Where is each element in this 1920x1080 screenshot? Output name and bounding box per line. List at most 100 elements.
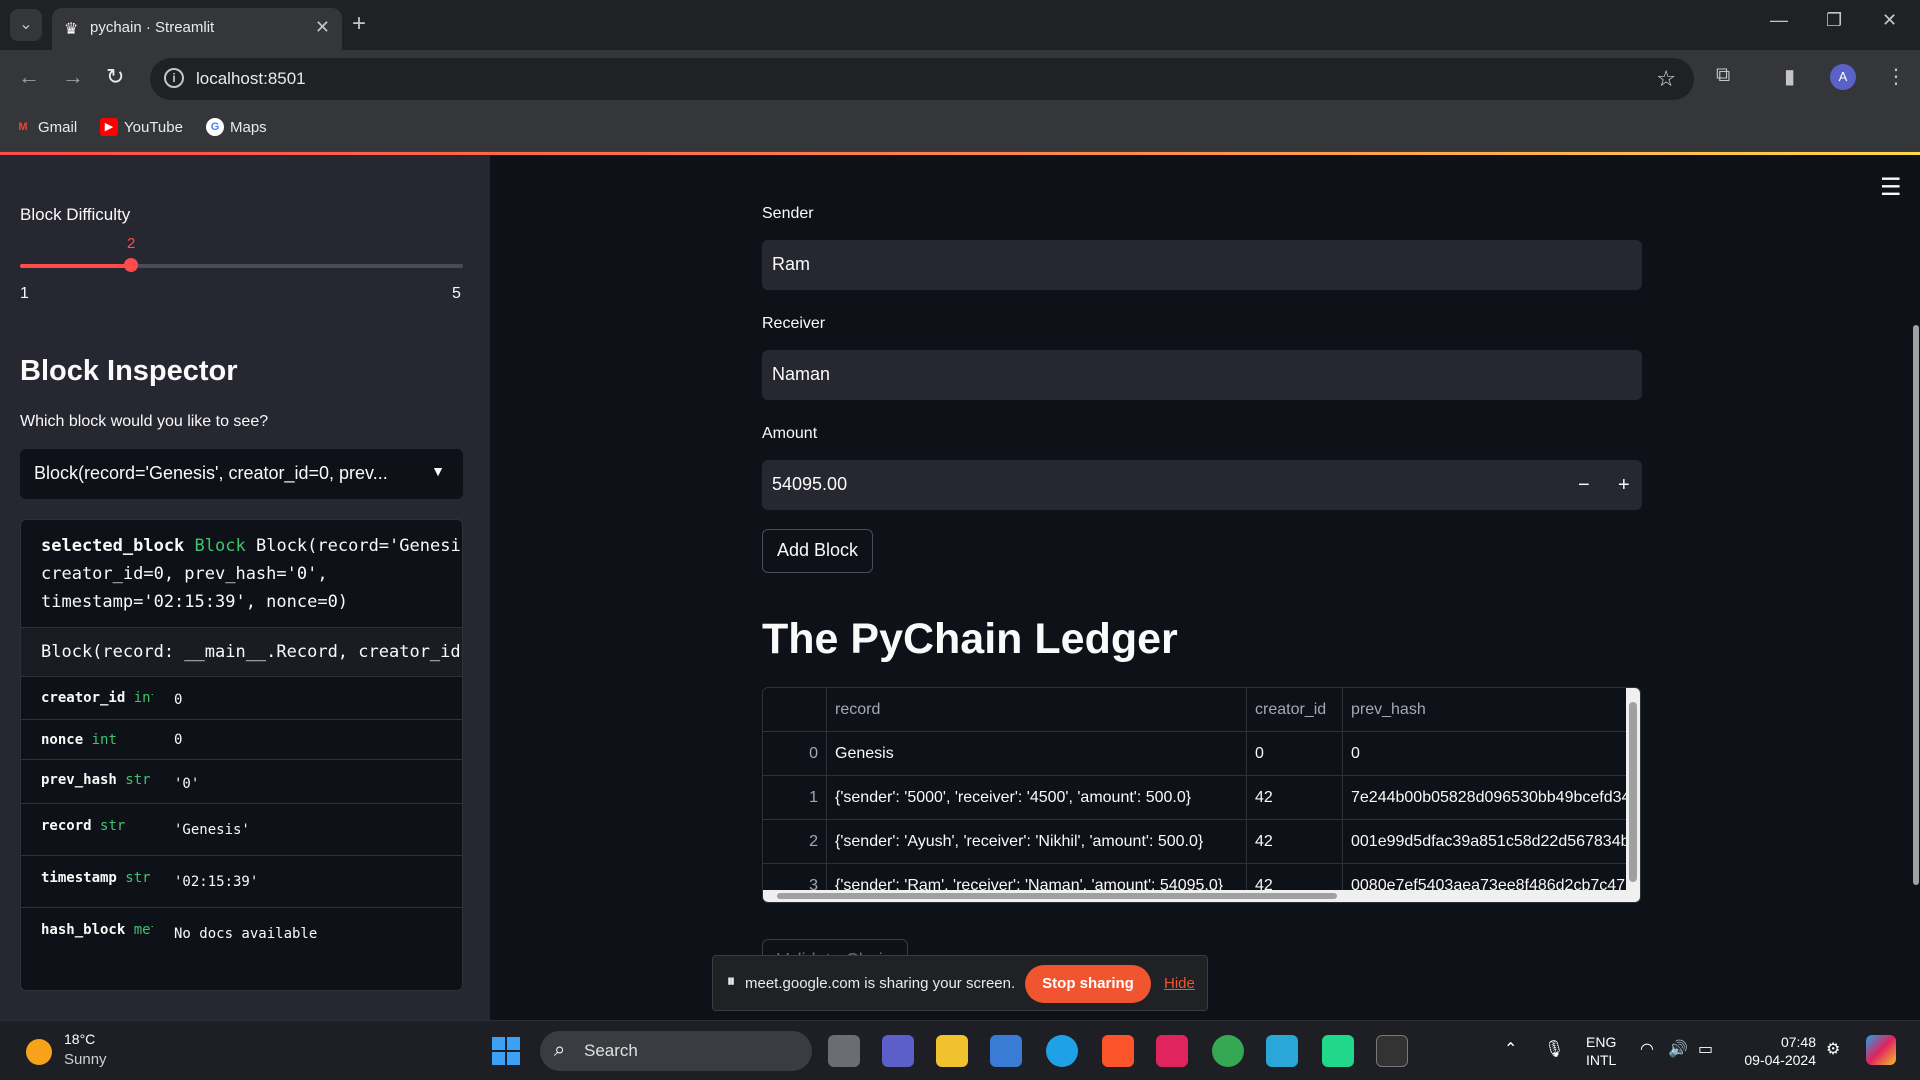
search-icon: ⌕: [554, 1039, 566, 1061]
attr-name: record str: [41, 818, 126, 834]
decrement-button[interactable]: −: [1578, 474, 1590, 497]
show-hidden-icons[interactable]: ⌃: [1504, 1039, 1517, 1059]
scrollbar-thumb[interactable]: [777, 893, 1337, 899]
prev-hash-cell[interactable]: 0: [1343, 732, 1633, 776]
bookmark-star-icon[interactable]: ☆: [1656, 66, 1676, 92]
creator-id-cell[interactable]: 0: [1247, 732, 1343, 776]
record-cell[interactable]: {'sender': '5000', 'receiver': '4500', '…: [827, 776, 1247, 820]
site-info-icon[interactable]: i: [164, 68, 184, 88]
difficulty-slider[interactable]: 2 1 5: [0, 155, 490, 315]
tab-search-button[interactable]: ⌄: [10, 9, 42, 41]
close-window-button[interactable]: ✕: [1882, 10, 1897, 31]
table-row: 2 {'sender': 'Ayush', 'receiver': 'Nikhi…: [763, 820, 1630, 864]
column-header[interactable]: prev_hash: [1343, 688, 1633, 732]
attr-name: hash_block method: [41, 922, 153, 938]
creator-id-cell[interactable]: 42: [1247, 776, 1343, 820]
bookmark-label: YouTube: [124, 118, 183, 136]
increment-button[interactable]: +: [1618, 474, 1630, 497]
windows-start-icon[interactable]: [492, 1037, 520, 1065]
column-header[interactable]: record: [827, 688, 1247, 732]
browser-toolbar: ← → ↻ i localhost:8501 ☆ ⧉ ▮ A ⋮: [0, 50, 1920, 108]
side-panel-icon[interactable]: ▮: [1784, 64, 1795, 89]
column-header[interactable]: [763, 688, 827, 732]
table-vertical-scrollbar[interactable]: [1626, 688, 1640, 902]
language-indicator[interactable]: ENG INTL: [1586, 1033, 1616, 1069]
hide-link[interactable]: Hide: [1164, 975, 1195, 992]
url-text[interactable]: localhost:8501: [196, 69, 306, 89]
restore-button[interactable]: ❐: [1826, 10, 1842, 31]
wifi-icon[interactable]: ◠: [1640, 1039, 1654, 1059]
file-explorer-icon[interactable]: [936, 1035, 968, 1067]
forward-button[interactable]: →: [62, 64, 84, 90]
profile-avatar[interactable]: A: [1830, 64, 1856, 90]
weather-desc[interactable]: Sunny: [64, 1051, 107, 1068]
extensions-icon[interactable]: ⧉: [1716, 64, 1730, 87]
attr-name: creator_id int: [41, 690, 153, 706]
chrome-icon[interactable]: [1212, 1035, 1244, 1067]
record-cell[interactable]: Genesis: [827, 732, 1247, 776]
settings-gear-icon[interactable]: ⚙: [1826, 1039, 1840, 1059]
reload-button[interactable]: ↻: [106, 64, 124, 90]
creator-id-cell[interactable]: 42: [1247, 820, 1343, 864]
hamburger-menu-icon[interactable]: ☰: [1880, 173, 1902, 202]
keyboard-app-icon[interactable]: [1266, 1035, 1298, 1067]
ledger-table[interactable]: record creator_id prev_hash 0 Genesis 0 …: [762, 687, 1641, 903]
new-tab-button[interactable]: +: [352, 10, 366, 38]
youtube-icon: ▶: [100, 118, 118, 136]
select-label: Which block would you like to see?: [20, 413, 269, 430]
attr-value: 0: [174, 692, 183, 708]
scrollbar-thumb[interactable]: [1629, 702, 1637, 882]
pycharm-icon[interactable]: [1322, 1035, 1354, 1067]
battery-icon[interactable]: ▭: [1698, 1039, 1713, 1059]
inspect-var-name: selected_block: [41, 536, 185, 556]
attr-value: '02:15:39': [174, 874, 259, 890]
prev-hash-cell[interactable]: 001e99d5dfac39a851c58d22d567834b: [1343, 820, 1633, 864]
inspect-attr-row: hash_block method No docs available: [21, 908, 462, 958]
tab-title: pychain · Streamlit: [90, 19, 215, 36]
page-scrollbar[interactable]: [1913, 325, 1919, 885]
record-cell[interactable]: {'sender': 'Ayush', 'receiver': 'Nikhil'…: [827, 820, 1247, 864]
browser-tab[interactable]: ♛ pychain · Streamlit ✕: [52, 8, 342, 50]
taskbar-search[interactable]: ⌕ Search: [540, 1031, 812, 1071]
table-horizontal-scrollbar[interactable]: [763, 890, 1628, 902]
task-view-icon[interactable]: [828, 1035, 860, 1067]
back-button[interactable]: ←: [18, 64, 40, 90]
close-tab-icon[interactable]: ✕: [315, 17, 330, 38]
slider-thumb[interactable]: [124, 258, 138, 272]
inspect-attr-row: nonce int 0: [21, 720, 462, 760]
bookmark-maps[interactable]: G Maps: [206, 118, 267, 136]
teams-icon[interactable]: [882, 1035, 914, 1067]
clipchamp-icon[interactable]: [1156, 1035, 1188, 1067]
brave-icon[interactable]: [1102, 1035, 1134, 1067]
clock[interactable]: 07:48 09-04-2024: [1738, 1033, 1816, 1069]
address-bar[interactable]: i localhost:8501 ☆: [150, 58, 1694, 100]
amount-input[interactable]: 54095.00 − +: [762, 460, 1642, 510]
edge-icon[interactable]: [1046, 1035, 1078, 1067]
attr-name: timestamp str: [41, 870, 151, 886]
add-block-button[interactable]: Add Block: [762, 529, 874, 573]
slider-track[interactable]: [20, 258, 463, 272]
prev-hash-cell[interactable]: 7e244b00b05828d096530bb49bcefd34: [1343, 776, 1633, 820]
row-index: 0: [763, 732, 827, 776]
attr-value: 0: [174, 732, 183, 748]
stop-sharing-button[interactable]: Stop sharing: [1025, 965, 1151, 1003]
volume-icon[interactable]: 🔊: [1668, 1039, 1688, 1059]
row-index: 1: [763, 776, 827, 820]
sender-input[interactable]: Ram: [762, 240, 1642, 290]
bookmarks-bar: M Gmail ▶ YouTube G Maps: [0, 108, 1920, 152]
weather-temp[interactable]: 18°C: [64, 1031, 95, 1047]
store-icon[interactable]: [990, 1035, 1022, 1067]
microphone-icon[interactable]: 🎙: [1544, 1039, 1564, 1059]
column-header[interactable]: creator_id: [1247, 688, 1343, 732]
minimize-button[interactable]: —: [1770, 10, 1788, 31]
receiver-input[interactable]: Naman: [762, 350, 1642, 400]
bookmark-gmail[interactable]: M Gmail: [14, 118, 77, 136]
bookmark-youtube[interactable]: ▶ YouTube: [100, 118, 183, 136]
inspect-value-line2: creator_id=0, prev_hash='0',: [41, 564, 328, 584]
block-select[interactable]: Block(record='Genesis', creator_id=0, pr…: [20, 449, 463, 499]
sun-icon[interactable]: [26, 1039, 52, 1065]
browser-menu-icon[interactable]: ⋮: [1886, 64, 1906, 89]
inspect-var-type: Block: [194, 536, 246, 556]
copilot-icon[interactable]: [1866, 1035, 1896, 1065]
terminal-icon[interactable]: [1376, 1035, 1408, 1067]
